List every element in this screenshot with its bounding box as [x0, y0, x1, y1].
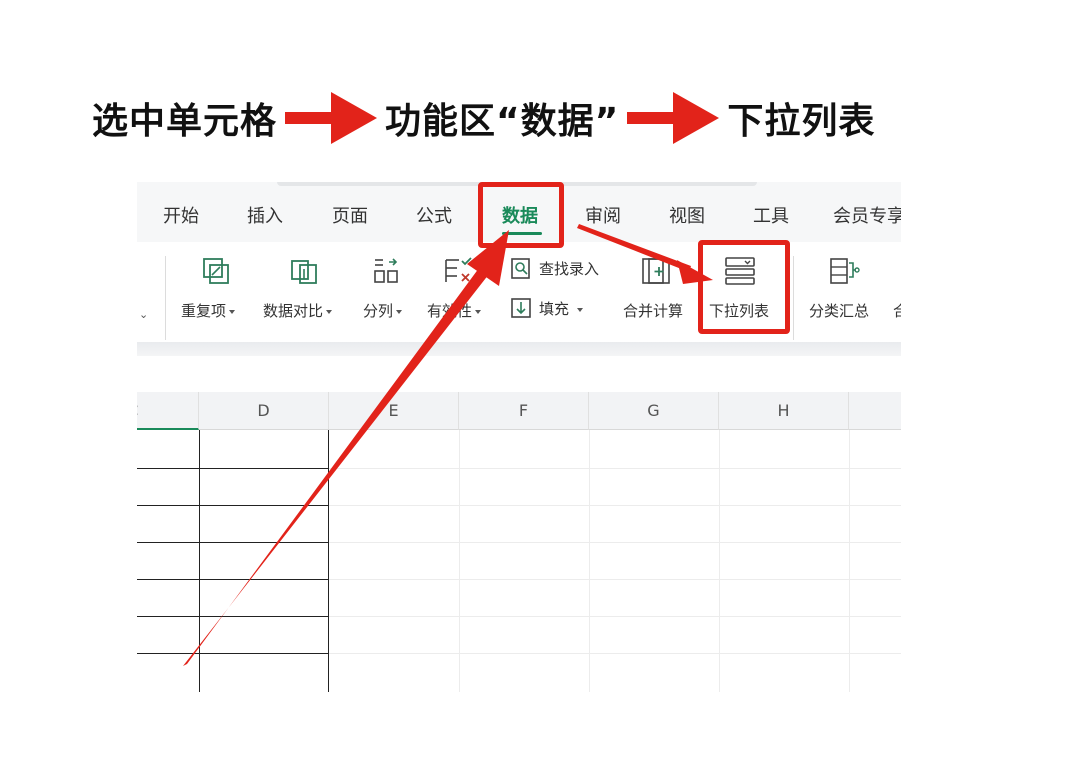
- arrow-shaft-to-data-tab: [183, 268, 489, 666]
- spreadsheet-screenshot: 开始 插入 页面 公式 数据 审阅 视图 工具 会员专享 ⌄ 重复项 数据对比 …: [137, 182, 901, 692]
- instruction-step-data-tab: 功能区“数据”: [385, 101, 620, 142]
- arrow-shaft-to-dropdown: [577, 224, 691, 272]
- flow-arrow-icon: [627, 92, 720, 144]
- instruction-step-dropdown-list: 下拉列表: [727, 101, 876, 142]
- instruction-banner: 选中单元格 功能区“数据” 下拉列表: [92, 88, 875, 148]
- red-arrow-overlay: [183, 224, 713, 666]
- instruction-step-select-cell: 选中单元格: [92, 101, 278, 142]
- arrow-head-to-dropdown: [677, 260, 713, 284]
- flow-arrow-icon: [285, 92, 378, 144]
